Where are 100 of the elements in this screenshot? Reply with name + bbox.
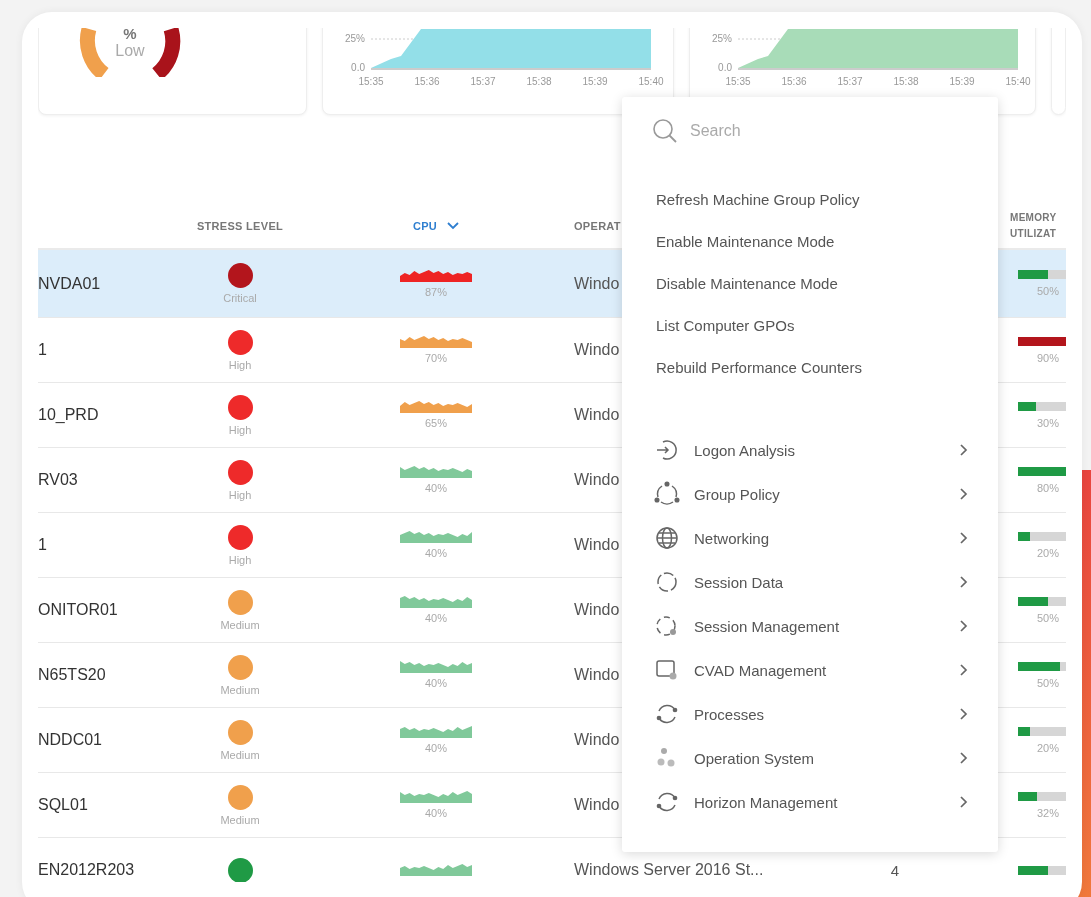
memory-value: 50% xyxy=(1036,285,1060,297)
chevron-icon xyxy=(959,751,968,765)
axis-tick-label: 0.0 xyxy=(351,62,365,73)
chevron-icon xyxy=(959,531,968,545)
submenu-item[interactable]: Operation System xyxy=(652,743,968,773)
globe-icon xyxy=(654,525,680,551)
search-field[interactable]: Search xyxy=(688,121,892,141)
os-name: Windo xyxy=(574,406,620,423)
sign-in-icon xyxy=(654,437,680,463)
submenu-item[interactable]: CVAD Management xyxy=(652,655,968,685)
os-name: Windo xyxy=(574,471,620,488)
submenu-item[interactable]: Group Policy xyxy=(652,479,968,509)
cpu-value: 40% xyxy=(425,742,447,754)
stress-label: High xyxy=(228,423,252,436)
machine-name: 10_PRD xyxy=(38,406,100,424)
memory-value: 20% xyxy=(1036,741,1060,754)
memory-bar xyxy=(1018,791,1066,801)
memory-bar xyxy=(1018,865,1066,875)
axis-tick-label: 15:39 xyxy=(582,76,608,87)
machine-name: EN2012R203 xyxy=(38,861,136,879)
memory-bar xyxy=(1018,661,1066,671)
machine-name: NDDC01 xyxy=(38,731,103,749)
cpu-value: 40% xyxy=(425,612,447,624)
os-name: Windo xyxy=(574,274,620,292)
chevron-icon xyxy=(959,443,968,457)
machine-name: ONITOR01 xyxy=(38,601,119,619)
gauge-status: Low xyxy=(115,42,145,60)
chevron-icon xyxy=(959,619,968,633)
machine-name: NVDA01 xyxy=(38,274,102,293)
submenu-item[interactable]: Networking xyxy=(652,523,968,553)
axis-tick-label: 25% xyxy=(712,33,732,44)
menu-item[interactable]: Rebuild Performance Counters xyxy=(656,357,968,379)
memory-value: 90% xyxy=(1036,351,1060,364)
memory-value: 50% xyxy=(1036,611,1060,624)
menu-item[interactable]: Refresh Machine Group Policy xyxy=(656,189,968,211)
machine-name: RV03 xyxy=(38,471,79,489)
memory-value: 20% xyxy=(1036,546,1060,559)
machine-name: 1 xyxy=(38,341,48,359)
chevron-icon xyxy=(959,487,968,501)
chevron-icon xyxy=(959,663,968,677)
cpu-value: 65% xyxy=(425,417,447,429)
stress-label: High xyxy=(228,488,252,501)
memory-bar xyxy=(1018,726,1066,736)
os-name: Windows Server 2016 St... xyxy=(574,861,764,878)
stress-label: High xyxy=(228,553,252,566)
search-icon xyxy=(652,118,678,144)
os-name: Windo xyxy=(574,536,620,553)
chevron-icon xyxy=(959,707,968,721)
axis-tick-label: 15:36 xyxy=(414,76,440,87)
os-name: Windo xyxy=(574,601,620,618)
os-name: Windo xyxy=(574,341,620,358)
column-header[interactable]: MEMORY UTILIZAT xyxy=(1010,209,1066,242)
cpu-value: 40% xyxy=(425,547,447,559)
chevron-icon xyxy=(959,575,968,589)
memory-value: 80% xyxy=(1036,481,1060,494)
memory-value: 32% xyxy=(1036,806,1060,819)
sort-caret-icon xyxy=(447,221,460,230)
memory-value: 50% xyxy=(1036,676,1060,689)
cpu-value: 40% xyxy=(425,677,447,689)
column-header[interactable]: STRESS LEVEL xyxy=(168,219,312,232)
axis-tick-label: 15:37 xyxy=(837,76,863,87)
axis-tick-label: 15:39 xyxy=(949,76,975,87)
os-name: Windo xyxy=(574,666,620,683)
axis-tick-label: 15:38 xyxy=(526,76,552,87)
menu-item[interactable]: Disable Maintenance Mode xyxy=(656,273,968,295)
os-name: Windo xyxy=(574,796,620,813)
axis-tick-label: 15:38 xyxy=(893,76,919,87)
machine-name: N65TS20 xyxy=(38,666,107,684)
axis-tick-label: 15:37 xyxy=(470,76,496,87)
stress-label: High xyxy=(228,358,252,371)
submenu-item[interactable]: Session Management xyxy=(652,611,968,641)
stress-label: Critical xyxy=(223,292,257,304)
stress-label: Medium xyxy=(220,813,260,826)
memory-bar xyxy=(1018,531,1066,541)
memory-bar xyxy=(1018,336,1066,346)
chevron-icon xyxy=(959,795,968,809)
count-value: 4 xyxy=(890,861,900,879)
axis-tick-label: 0.0 xyxy=(718,62,732,73)
stress-label: Medium xyxy=(220,618,260,631)
os-name: Windo xyxy=(574,731,620,748)
memory-value: 30% xyxy=(1036,416,1060,429)
submenu-item[interactable]: Horizon Management xyxy=(652,787,968,817)
axis-tick-label: 25% xyxy=(345,33,365,44)
axis-tick-label: 15:40 xyxy=(638,76,664,87)
axis-tick-label: 15:40 xyxy=(1005,76,1031,87)
memory-bar xyxy=(1018,596,1066,606)
machine-name: SQL01 xyxy=(38,796,89,814)
cpu-value: 40% xyxy=(425,482,447,494)
stress-label: Medium xyxy=(220,748,260,761)
memory-bar xyxy=(1018,270,1066,279)
column-header[interactable]: CPU xyxy=(312,219,560,232)
menu-item[interactable]: Enable Maintenance Mode xyxy=(656,231,968,253)
menu-item[interactable]: List Computer GPOs xyxy=(656,315,968,337)
cpu-value: 87% xyxy=(425,285,447,298)
axis-tick-label: 15:35 xyxy=(725,76,751,87)
axis-tick-label: 15:35 xyxy=(358,76,384,87)
cpu-value: 70% xyxy=(425,352,447,364)
gauge-unit: % xyxy=(123,28,137,42)
dashed-circle-icon xyxy=(654,569,680,595)
axis-tick-label: 15:36 xyxy=(781,76,807,87)
